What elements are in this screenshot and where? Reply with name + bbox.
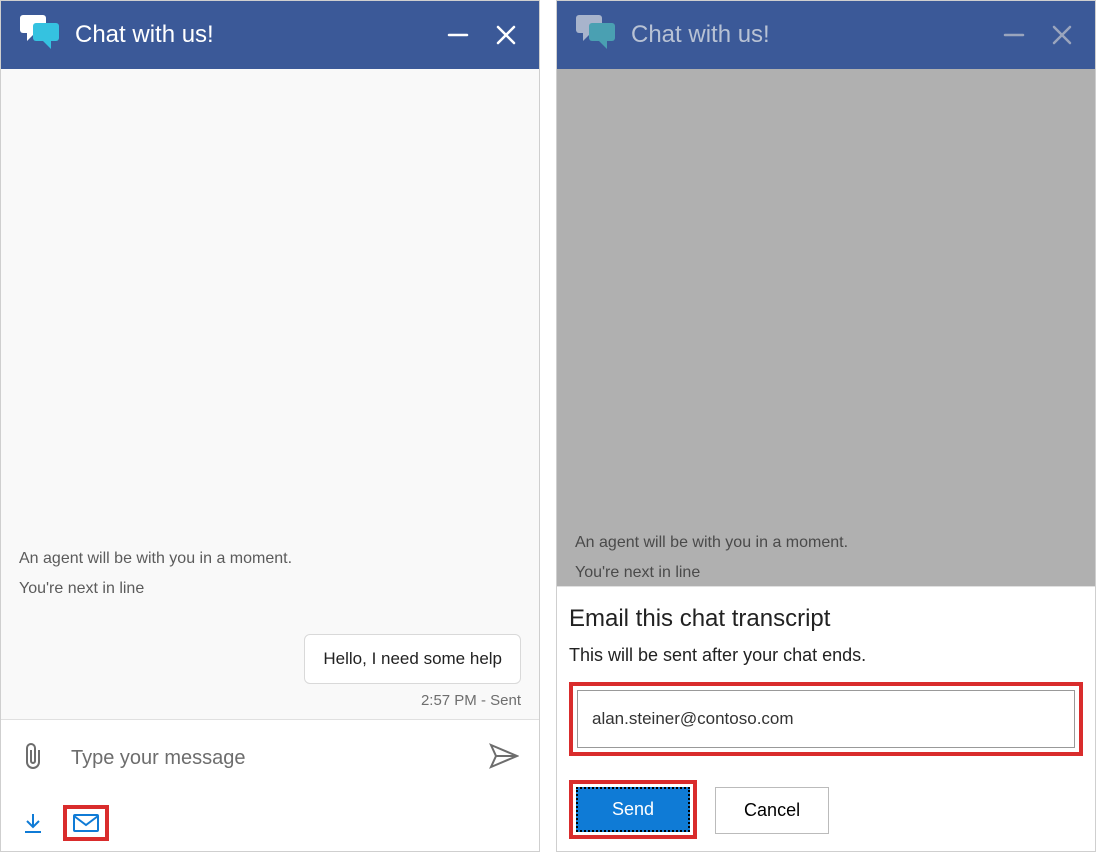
chat-title: Chat with us! xyxy=(631,21,981,49)
chat-window-left: Chat with us! An agent will be with you … xyxy=(0,0,540,852)
email-panel-subtitle: This will be sent after your chat ends. xyxy=(569,645,1083,666)
attachment-icon[interactable] xyxy=(21,742,45,775)
download-transcript-button[interactable] xyxy=(17,807,49,839)
message-input[interactable] xyxy=(69,746,489,771)
message-timestamp: 2:57 PM - Sent xyxy=(19,692,521,709)
email-address-input[interactable] xyxy=(577,690,1075,748)
chat-body-dimmed: An agent will be with you in a moment. Y… xyxy=(557,69,1095,586)
system-message: You're next in line xyxy=(19,580,521,598)
message-input-bar xyxy=(1,719,539,797)
email-panel-title: Email this chat transcript xyxy=(569,605,1083,633)
user-message-bubble: Hello, I need some help xyxy=(304,634,521,684)
cancel-button[interactable]: Cancel xyxy=(715,787,829,834)
email-transcript-panel: Email this chat transcript This will be … xyxy=(557,586,1095,851)
system-message: You're next in line xyxy=(575,564,1077,582)
chat-header: Chat with us! xyxy=(1,1,539,69)
email-input-highlight xyxy=(569,682,1083,756)
chat-logo-icon xyxy=(575,14,617,57)
chat-body: An agent will be with you in a moment. Y… xyxy=(1,69,539,719)
close-button[interactable] xyxy=(491,20,521,50)
minimize-button[interactable] xyxy=(443,20,473,50)
user-message-row: Hello, I need some help xyxy=(19,634,521,684)
send-button[interactable]: Send xyxy=(576,787,690,832)
chat-window-right: Chat with us! An agent will be with you … xyxy=(556,0,1096,852)
email-panel-buttons: Send Cancel xyxy=(569,780,1083,839)
chat-logo-icon xyxy=(19,14,61,57)
chat-header: Chat with us! xyxy=(557,1,1095,69)
send-icon[interactable] xyxy=(489,743,519,774)
email-transcript-button[interactable] xyxy=(63,805,109,841)
send-button-highlight: Send xyxy=(569,780,697,839)
close-button[interactable] xyxy=(1047,20,1077,50)
minimize-button[interactable] xyxy=(999,20,1029,50)
system-message: An agent will be with you in a moment. xyxy=(575,534,1077,552)
chat-title: Chat with us! xyxy=(75,21,425,49)
system-message: An agent will be with you in a moment. xyxy=(19,550,521,568)
footer-bar xyxy=(1,797,539,851)
